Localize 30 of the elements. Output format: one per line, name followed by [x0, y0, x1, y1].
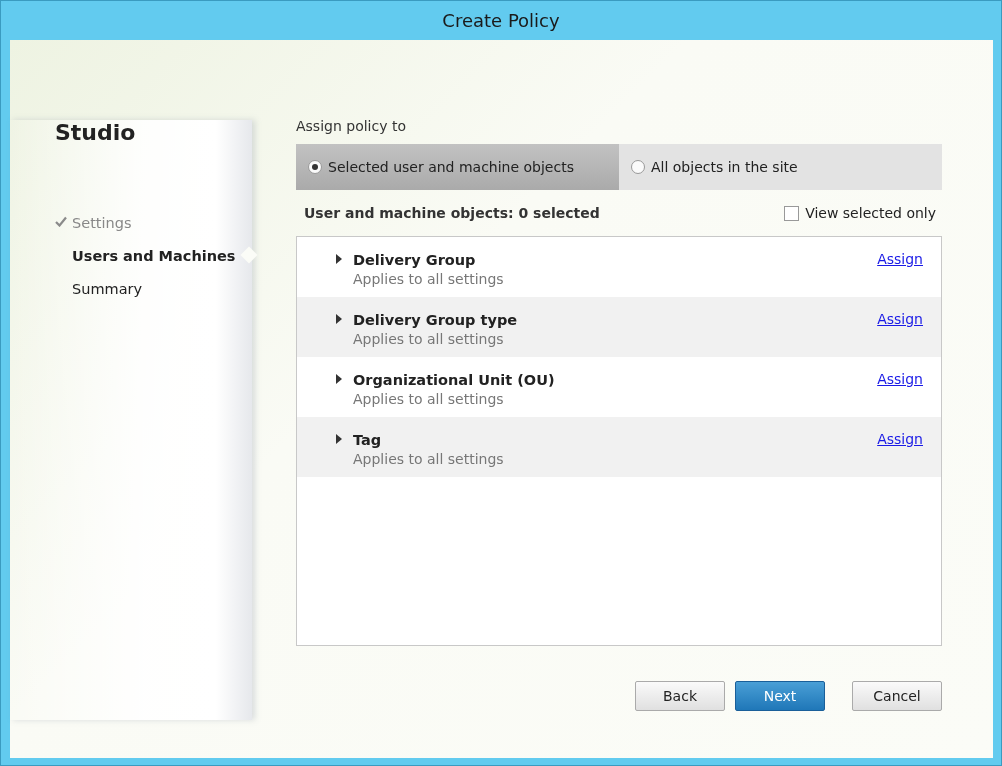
dialog-button[interactable]: Cancel — [852, 681, 942, 711]
radio-option[interactable]: Selected user and machine objects — [296, 144, 619, 190]
object-type-description: Applies to all settings — [353, 450, 505, 469]
wizard-step[interactable]: Users and Machines — [10, 239, 252, 272]
dialog-button[interactable]: Back — [635, 681, 725, 711]
objects-heading: User and machine objects: 0 selected — [304, 205, 600, 221]
section-label: Assign policy to — [296, 118, 407, 136]
assign-link[interactable]: Assign — [877, 371, 923, 387]
assign-link[interactable]: Assign — [877, 251, 923, 267]
wizard-step[interactable]: Settings — [10, 206, 252, 239]
primary-button[interactable]: Next — [735, 681, 825, 711]
assign-link[interactable]: Assign — [877, 311, 923, 327]
object-type-name: Delivery Group — [353, 251, 477, 269]
window-title: Create Policy — [442, 10, 560, 31]
object-type-name: Delivery Group type — [353, 311, 519, 329]
object-type-description: Applies to all settings — [353, 390, 505, 409]
object-type-description: Applies to all settings — [353, 330, 505, 349]
expand-arrow-icon[interactable] — [335, 374, 343, 384]
object-type-name: Organizational Unit (OU) — [353, 371, 556, 389]
sidebar-title: Studio — [55, 120, 137, 146]
object-type-description: Applies to all settings — [353, 270, 505, 289]
wizard-step[interactable]: Summary — [10, 272, 252, 305]
radio-option[interactable]: All objects in the site — [619, 144, 942, 190]
expand-arrow-icon[interactable] — [335, 314, 343, 324]
checkmark-icon — [55, 216, 67, 227]
expand-arrow-icon[interactable] — [335, 254, 343, 264]
view-selected-only-checkbox[interactable]: View selected only — [784, 205, 936, 221]
object-type-name: Tag — [353, 431, 383, 449]
assign-link[interactable]: Assign — [877, 431, 923, 447]
expand-arrow-icon[interactable] — [335, 434, 343, 444]
